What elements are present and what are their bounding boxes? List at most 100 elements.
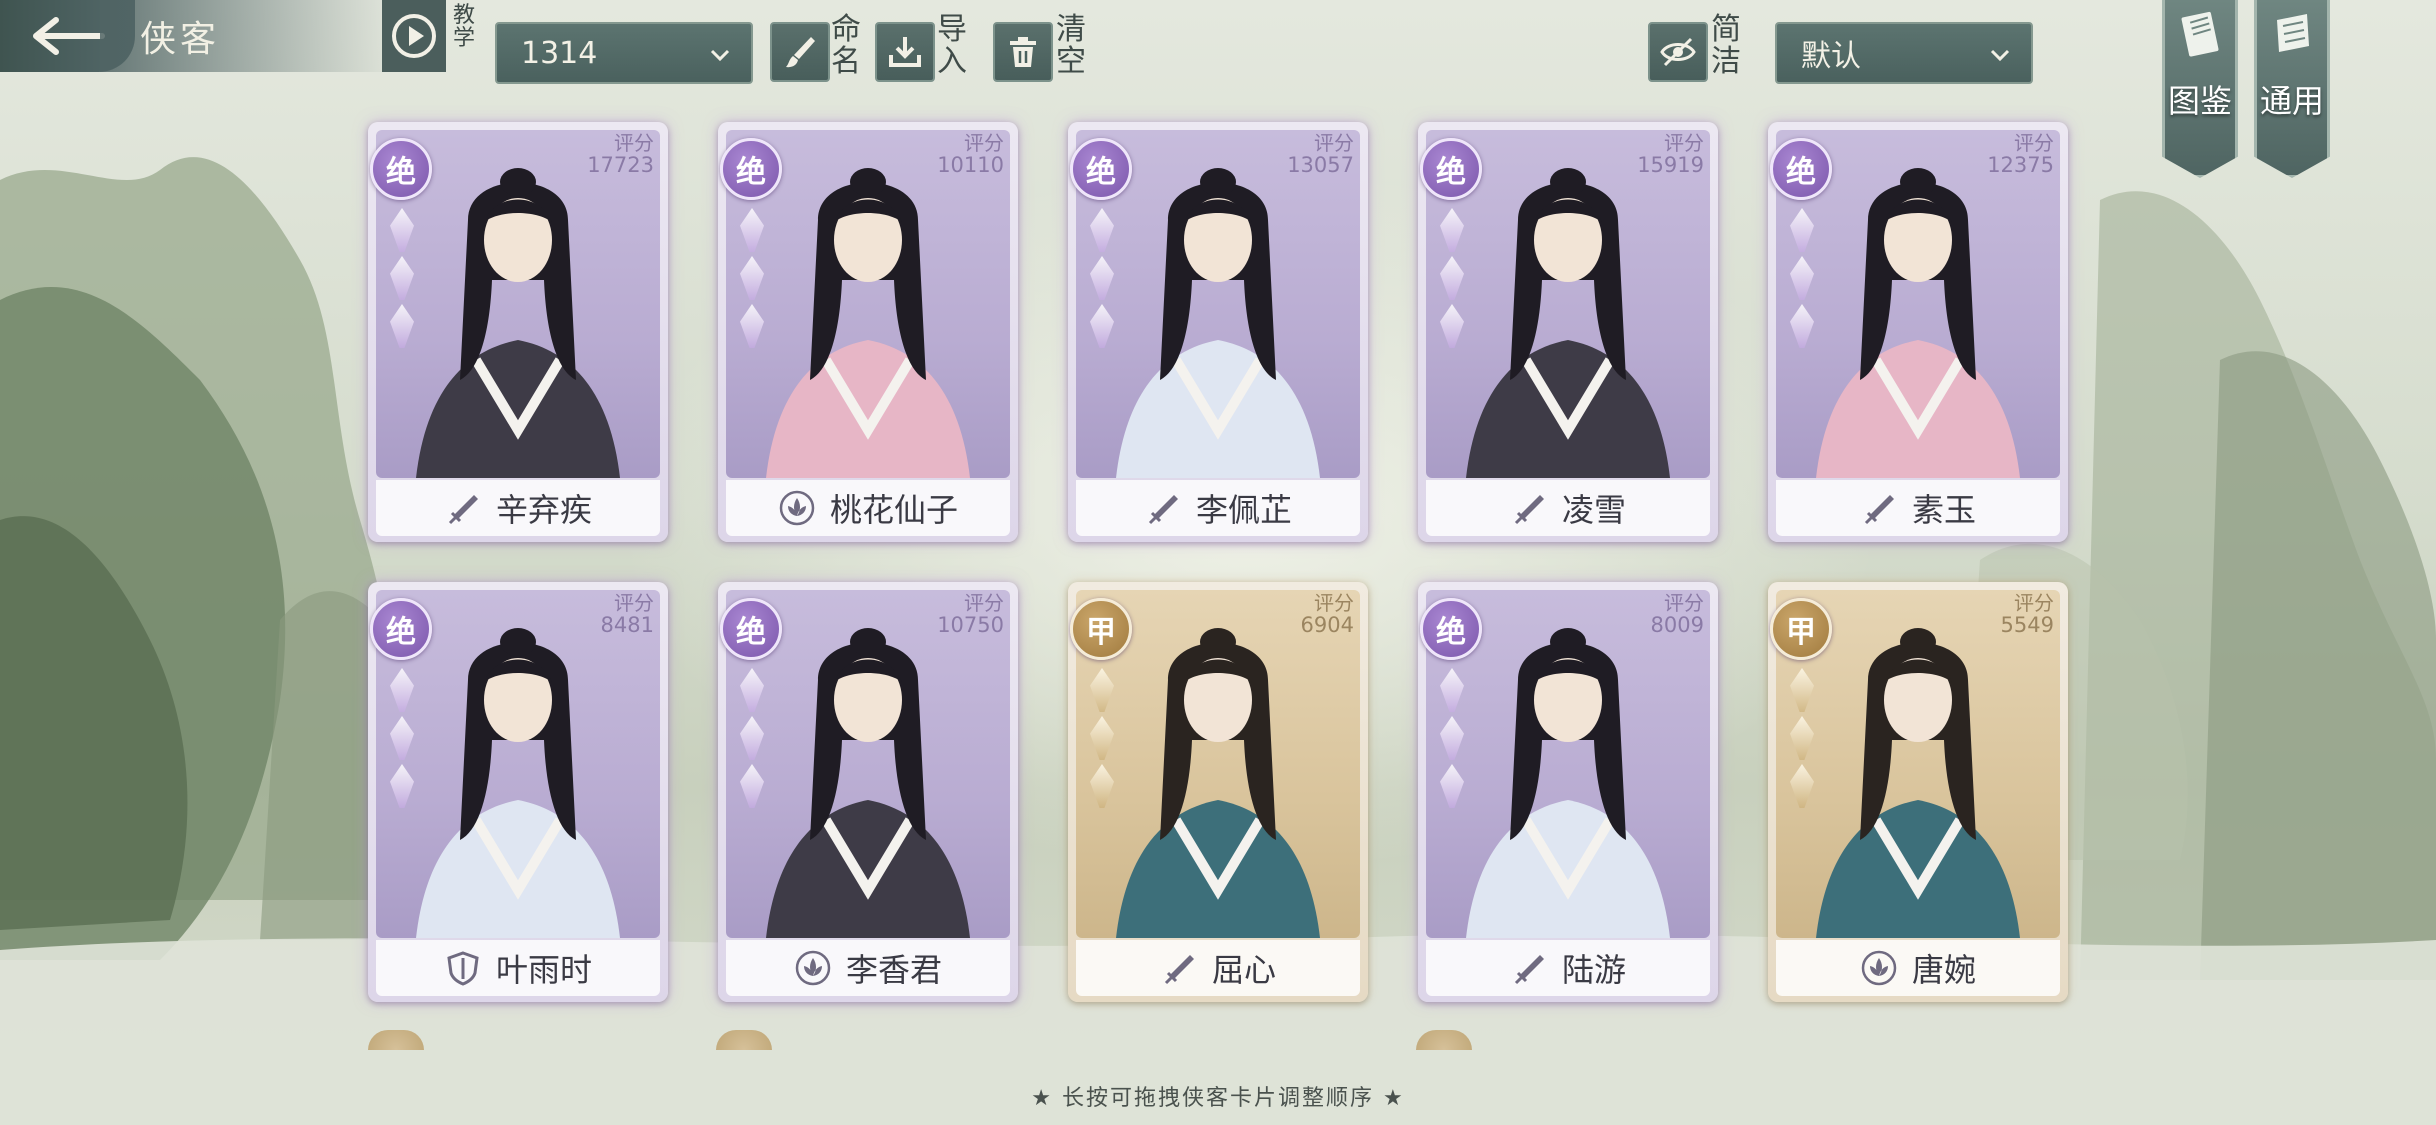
hero-name: 屈心	[1211, 951, 1276, 989]
tab-atlas-label: 图鉴	[2167, 82, 2232, 120]
hero-card[interactable]: 绝 评分 10750 李香君	[718, 582, 1018, 1002]
hero-name-bar: 叶雨时	[376, 940, 660, 996]
hero-card[interactable]: 甲 评分 6904 屈心	[1068, 582, 1368, 1002]
hero-name-bar: 桃花仙子	[726, 480, 1010, 536]
download-icon	[889, 37, 921, 67]
tutorial-button[interactable]	[382, 0, 446, 72]
hero-card[interactable]: 绝 评分 13057 李佩芷	[1068, 122, 1368, 542]
star-rank	[1432, 208, 1472, 352]
score-value: 8481	[600, 613, 654, 637]
sword-role-icon	[1514, 495, 1544, 525]
sword-role-icon	[1164, 955, 1194, 985]
rename-label: 命名	[831, 12, 861, 79]
hero-card[interactable]: 绝 评分 12375 素玉	[1768, 122, 2068, 542]
back-arrow-icon	[32, 17, 105, 55]
lotus-role-icon	[795, 950, 831, 986]
score-block: 评分 6904	[1301, 592, 1354, 636]
hero-name-bar: 陆游	[1426, 940, 1710, 996]
book-icon	[2181, 11, 2219, 57]
score-value: 10750	[937, 613, 1004, 637]
sort-select[interactable]: 默认	[1775, 22, 2033, 84]
score-label: 评分	[1314, 131, 1354, 155]
score-value: 5549	[2000, 613, 2054, 637]
grade-badge: 绝	[1420, 598, 1482, 660]
star-rank	[382, 208, 422, 352]
page-title-bar: 侠客	[100, 0, 400, 72]
hero-card[interactable]: 甲 评分 5549 唐婉	[1768, 582, 2068, 1002]
sort-select-value: 默认	[1801, 39, 1861, 74]
grade-badge: 绝	[720, 138, 782, 200]
page-title: 侠客	[140, 19, 221, 60]
score-block: 评分 17723	[587, 132, 654, 176]
grade-badge: 绝	[370, 598, 432, 660]
score-value: 6904	[1300, 613, 1354, 637]
rename-button[interactable]	[770, 22, 830, 82]
star-rank	[1782, 208, 1822, 352]
tab-general-label: 通用	[2259, 82, 2324, 120]
brush-icon	[786, 37, 815, 68]
next-row-badge-peek	[716, 1030, 772, 1050]
hero-name: 辛弃疾	[495, 491, 592, 529]
next-row-badge-peek	[368, 1030, 424, 1050]
simple-view-label: 简洁	[1711, 12, 1741, 79]
star-rank	[1782, 668, 1822, 812]
score-block: 评分 12375	[1987, 132, 2054, 176]
grade-badge: 绝	[1070, 138, 1132, 200]
star-rank	[382, 668, 422, 812]
sword-role-icon	[1514, 955, 1544, 985]
hero-name: 陆游	[1561, 951, 1626, 989]
tab-atlas[interactable]: 图鉴	[2162, 0, 2238, 178]
grade-badge: 绝	[1420, 138, 1482, 200]
scroll-icon	[2277, 14, 2309, 52]
score-value: 10110	[937, 153, 1004, 177]
clear-button[interactable]	[993, 22, 1053, 82]
eye-hidden-icon	[1660, 37, 1696, 67]
score-label: 评分	[2014, 591, 2054, 615]
score-label: 评分	[2014, 131, 2054, 155]
team-select-value: 1314	[521, 35, 598, 71]
hero-name-bar: 唐婉	[1776, 940, 2060, 996]
score-block: 评分 8481	[601, 592, 654, 636]
score-block: 评分 10110	[937, 132, 1004, 176]
play-icon	[392, 14, 436, 58]
score-label: 评分	[614, 591, 654, 615]
lotus-role-icon	[1861, 950, 1897, 986]
next-row-badge-peek	[1416, 1030, 1472, 1050]
hero-card[interactable]: 绝 评分 8009 陆游	[1418, 582, 1718, 1002]
grade-badge: 甲	[1770, 598, 1832, 660]
hero-name: 叶雨时	[495, 951, 592, 989]
trash-icon	[1010, 37, 1036, 67]
score-value: 13057	[1287, 153, 1354, 177]
hero-name-bar: 凌雪	[1426, 480, 1710, 536]
lotus-role-icon	[779, 490, 815, 526]
simple-view-button[interactable]	[1648, 22, 1708, 82]
hero-card[interactable]: 绝 评分 8481 叶雨时	[368, 582, 668, 1002]
score-block: 评分 10750	[937, 592, 1004, 636]
star-rank	[732, 208, 772, 352]
chevron-down-icon	[1990, 49, 2010, 62]
hero-name-bar: 李香君	[726, 940, 1010, 996]
sword-role-icon	[448, 495, 478, 525]
hero-card[interactable]: 绝 评分 15919 凌雪	[1418, 122, 1718, 542]
star-rank	[1082, 208, 1122, 352]
team-select[interactable]: 1314	[495, 22, 753, 84]
star-rank	[732, 668, 772, 812]
score-label: 评分	[1664, 591, 1704, 615]
grade-badge: 绝	[370, 138, 432, 200]
grade-badge: 绝	[720, 598, 782, 660]
grade-badge: 甲	[1070, 598, 1132, 660]
score-block: 评分 8009	[1651, 592, 1704, 636]
star-rank	[1082, 668, 1122, 812]
import-button[interactable]	[875, 22, 935, 82]
drag-hint: ★ 长按可拖拽侠客卡片调整顺序 ★	[1031, 1086, 1405, 1111]
score-value: 17723	[587, 153, 654, 177]
chevron-down-icon	[710, 49, 730, 62]
hero-card[interactable]: 绝 评分 10110 桃花仙子	[718, 122, 1018, 542]
score-value: 15919	[1637, 153, 1704, 177]
hero-card[interactable]: 绝 评分 17723 辛弃疾	[368, 122, 668, 542]
tab-general[interactable]: 通用	[2254, 0, 2330, 178]
score-label: 评分	[964, 131, 1004, 155]
score-label: 评分	[614, 131, 654, 155]
score-label: 评分	[1664, 131, 1704, 155]
hero-name: 李香君	[845, 951, 942, 989]
